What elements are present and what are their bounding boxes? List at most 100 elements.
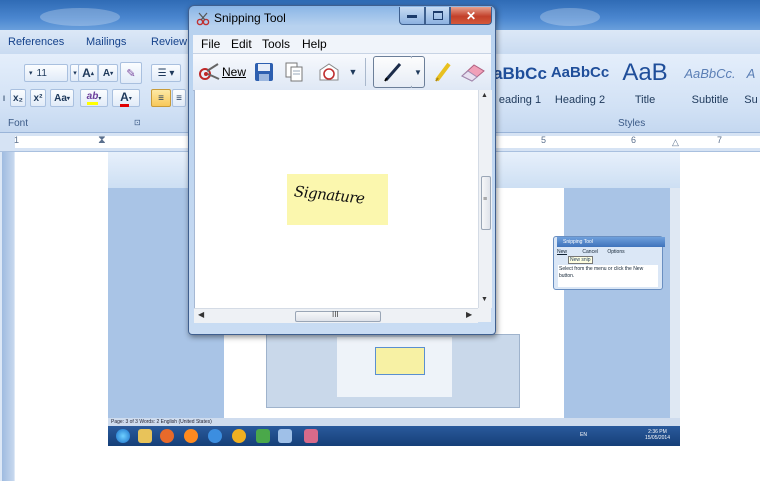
pen-tool-button[interactable]: [373, 56, 413, 88]
align-left-button[interactable]: ≡: [151, 89, 171, 107]
eraser-icon: [461, 64, 485, 82]
horizontal-scroll-thumb[interactable]: III: [295, 310, 381, 322]
embedded-snipping-tool: Snipping Tool New Cancel Options New sni…: [553, 236, 665, 290]
style-title[interactable]: AaB Title: [612, 58, 678, 110]
style-subtle-emphasis[interactable]: A Su: [742, 58, 760, 110]
strikethrough-fragment: ı: [2, 92, 6, 104]
chevron-down-icon: ▼: [348, 67, 358, 77]
chevron-down-icon: ▾: [98, 95, 102, 102]
start-orb-icon: [116, 429, 130, 443]
embedded-options-button: Options: [607, 249, 625, 255]
copy-button[interactable]: [281, 60, 307, 84]
chevron-down-icon: ▾: [66, 95, 70, 102]
embedded-new-button: New: [557, 249, 568, 255]
font-color-button[interactable]: A ▾: [112, 89, 140, 107]
change-case-label: Aa: [54, 92, 67, 104]
clock-date: 15/05/2014: [644, 435, 670, 441]
maximize-button[interactable]: [425, 7, 450, 25]
right-indent-marker-icon[interactable]: △: [672, 137, 679, 148]
scissors-icon: [196, 12, 210, 26]
scroll-up-icon[interactable]: ▲: [481, 92, 488, 99]
align-center-button[interactable]: ≡: [172, 89, 186, 107]
vertical-scroll-thumb[interactable]: ≡: [481, 176, 491, 230]
highlighter-icon: [435, 62, 451, 82]
minimize-button[interactable]: ▬: [399, 7, 425, 25]
highlighter-button[interactable]: [431, 60, 455, 84]
word-icon: [278, 429, 292, 443]
send-snip-dropdown[interactable]: ▼: [347, 60, 359, 84]
language-indicator: EN: [580, 432, 587, 438]
tab-review[interactable]: Review: [151, 36, 187, 48]
embedded-snip-toolbar: New Cancel Options: [557, 249, 625, 255]
copy-icon: [285, 62, 303, 82]
embedded-snip-hint: Select from the menu or click the New bu…: [558, 265, 658, 287]
tab-mailings[interactable]: Mailings: [86, 36, 126, 48]
shrink-font-button[interactable]: A ▾: [98, 64, 118, 82]
pen-dropdown[interactable]: ▼: [412, 56, 425, 88]
vertical-ruler: [0, 152, 15, 481]
scroll-left-icon[interactable]: ◀: [198, 310, 204, 319]
superscript-button[interactable]: x²: [30, 89, 46, 107]
scroll-right-icon[interactable]: ▶: [466, 310, 472, 319]
style-sample: aBbCс: [493, 64, 547, 83]
title-bar-glow: [40, 8, 120, 26]
tab-references[interactable]: References: [8, 36, 64, 48]
close-icon: ✕: [465, 8, 477, 23]
clear-formatting-button[interactable]: ✎: [120, 62, 142, 84]
style-name: Su: [744, 94, 758, 106]
ie-icon: [208, 429, 222, 443]
font-group-label: Font: [8, 118, 29, 129]
vertical-scrollbar[interactable]: ▲ ≡ ▼: [478, 90, 492, 308]
embedded-cancel-button: Cancel: [582, 249, 598, 255]
embedded-clock: 2:36 PM 15/05/2014: [645, 429, 670, 441]
embedded-taskbar: EN 2:36 PM 15/05/2014: [108, 426, 680, 446]
eraser-icon: ✎: [126, 67, 136, 80]
minimize-icon: ▬: [407, 10, 417, 21]
snip-canvas[interactable]: Signature: [194, 90, 479, 308]
grow-arrow-icon: ▴: [90, 70, 94, 77]
excel-icon: [256, 429, 270, 443]
bullets-button[interactable]: ☰ ▾: [151, 64, 181, 82]
save-button[interactable]: [251, 60, 277, 84]
menu-edit[interactable]: Edit: [231, 37, 252, 51]
styles-group-label: Styles: [618, 118, 646, 129]
new-button-label: New: [221, 65, 246, 79]
font-size-select[interactable]: ▾ 11: [24, 64, 68, 82]
send-snip-button[interactable]: [315, 60, 343, 84]
style-subtitle[interactable]: AaBbCc. Subtitle: [678, 58, 742, 110]
snipping-tool-window[interactable]: Snipping Tool ▬ ✕ File Edit Tools Help N…: [188, 5, 496, 335]
style-sample: A: [746, 66, 756, 81]
chevron-down-icon: ▾: [128, 95, 132, 102]
scissors-icon: [198, 63, 220, 80]
eraser-button[interactable]: [459, 60, 487, 84]
resize-grip-icon[interactable]: [478, 308, 491, 322]
toolbar-separator: [365, 58, 366, 86]
new-snip-button[interactable]: New: [197, 60, 247, 84]
highlight-button[interactable]: ab ▾: [80, 89, 108, 107]
subscript-button[interactable]: x₂: [10, 89, 26, 107]
horizontal-scrollbar[interactable]: ◀ III ▶: [194, 308, 478, 323]
indent-marker-icon[interactable]: ⧗: [98, 134, 106, 147]
floppy-disk-icon: [255, 63, 273, 81]
grow-font-button[interactable]: A ▴: [78, 64, 98, 82]
close-button[interactable]: ✕: [450, 7, 492, 25]
menu-help[interactable]: Help: [302, 37, 327, 51]
style-heading-2[interactable]: AaBbCc Heading 2: [548, 58, 612, 110]
nested-yellow-note: [375, 347, 425, 375]
change-case-button[interactable]: Aa ▾: [50, 89, 74, 107]
ruler-mark: 5: [541, 135, 547, 145]
menu-bar: File Edit Tools Help: [193, 35, 491, 53]
font-color-label: A: [120, 90, 129, 107]
menu-file[interactable]: File: [201, 37, 220, 51]
embedded-tooltip: New snip: [568, 256, 593, 264]
embedded-status-bar: Page: 3 of 3 Words: 2 English (United St…: [108, 418, 680, 426]
scroll-down-icon[interactable]: ▼: [481, 296, 488, 303]
font-dialog-launcher-icon[interactable]: ⊡: [134, 118, 141, 127]
menu-tools[interactable]: Tools: [262, 37, 290, 51]
explorer-icon: [138, 429, 152, 443]
style-heading-1[interactable]: aBbCс eading 1: [492, 58, 548, 110]
chevron-down-icon: ▼: [414, 67, 422, 77]
style-sample: AaB: [622, 59, 668, 86]
firefox-icon: [184, 429, 198, 443]
embedded-snip-title: Snipping Tool: [557, 237, 665, 247]
